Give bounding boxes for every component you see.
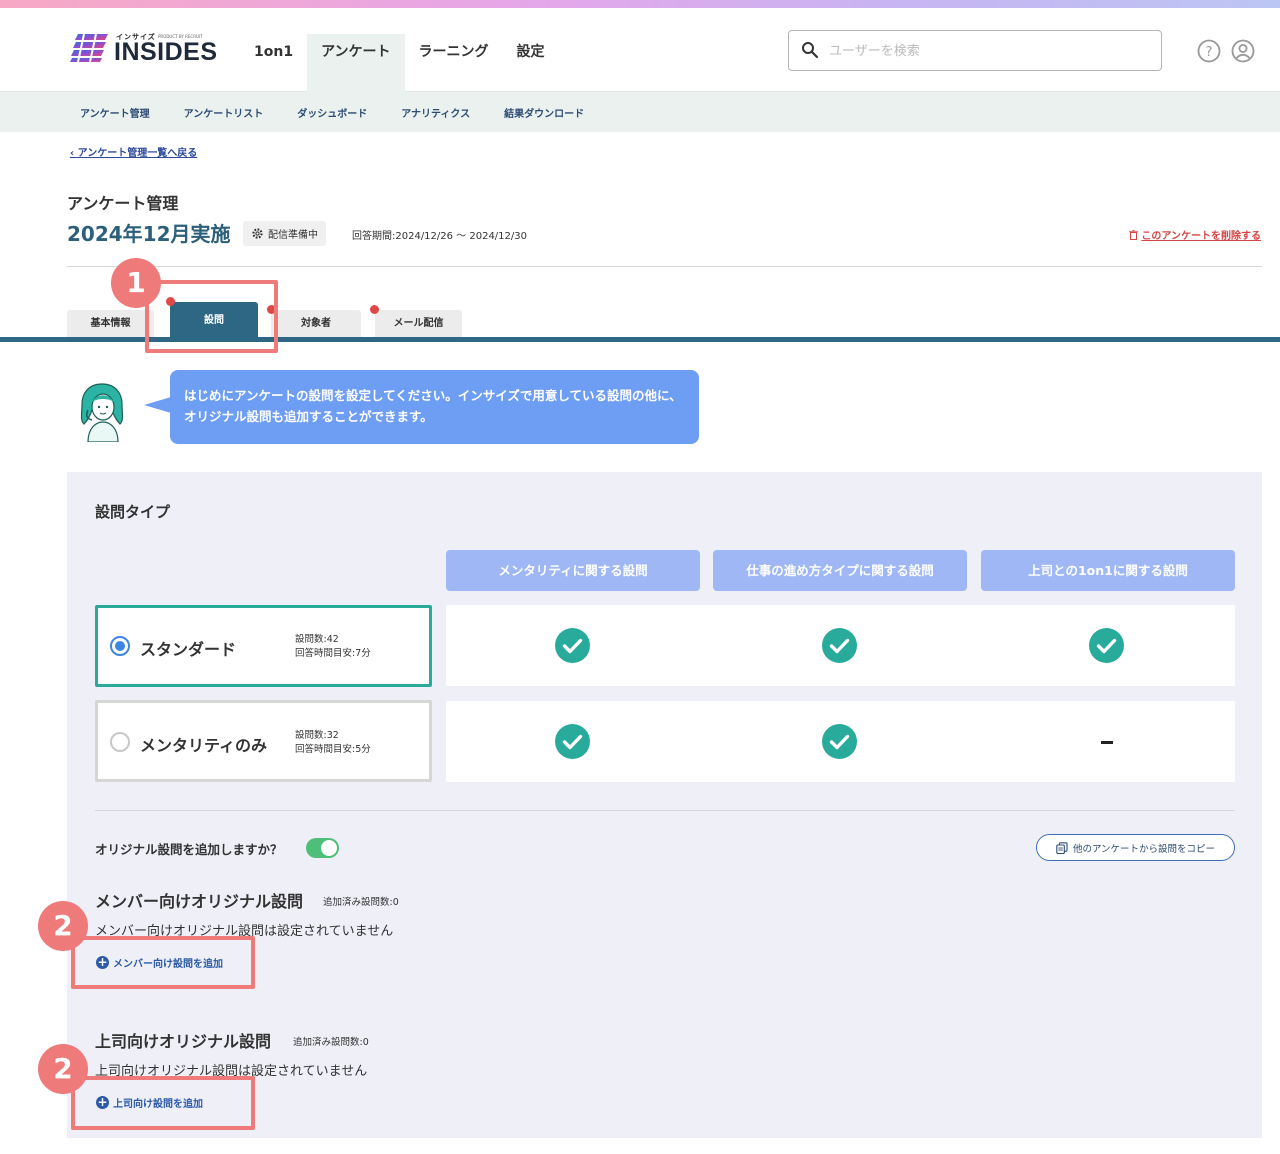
search-icon <box>802 42 819 59</box>
nav-item-settings[interactable]: 設定 <box>503 34 559 92</box>
tab-targets[interactable]: 対象者 <box>271 310 361 338</box>
top-gradient-strip <box>0 0 1280 8</box>
column-header-work-style: 仕事の進め方タイプに関する設問 <box>713 550 967 591</box>
callout-number-2: 2 <box>38 1044 88 1094</box>
option-standard-meta: 設問数:42 回答時間目安:7分 <box>295 633 371 661</box>
member-added-count: 追加済み設問数:0 <box>323 897 399 908</box>
column-header-1on1: 上司との1on1に関する設問 <box>981 550 1235 591</box>
subnav-analytics[interactable]: アナリティクス <box>401 105 470 120</box>
copy-icon <box>1056 841 1068 854</box>
guide-avatar-icon <box>80 383 124 442</box>
callout-number-1: 1 <box>111 258 161 308</box>
guide-message: はじめにアンケートの設問を設定してください。インサイズで用意している設問の他に、… <box>170 370 699 444</box>
logo-mark-icon <box>70 34 108 62</box>
subnav-result-download[interactable]: 結果ダウンロード <box>504 105 584 120</box>
option-mentality-only-count: 設問数:32 <box>295 730 339 741</box>
tab-alert-dot <box>370 305 379 314</box>
nav-item-learning[interactable]: ラーニング <box>405 34 503 92</box>
option-standard-count: 設問数:42 <box>295 634 339 645</box>
trash-icon <box>1129 229 1139 240</box>
boss-added-count: 追加済み設問数:0 <box>293 1037 369 1048</box>
option-standard-name: スタンダード <box>140 640 237 659</box>
help-icon[interactable]: ? <box>1197 39 1221 63</box>
option-mentality-only-time: 回答時間目安:5分 <box>295 744 371 755</box>
option-mentality-only-radio[interactable] <box>110 732 130 752</box>
option-mentality-only-meta: 設問数:32 回答時間目安:5分 <box>295 729 371 757</box>
boss-original-title: 上司向けオリジナル設問 <box>95 1032 272 1051</box>
delete-survey-label: このアンケートを削除する <box>1141 231 1261 242</box>
original-question-prompt: オリジナル設問を追加しますか？ <box>95 842 283 857</box>
option-mentality-only-row <box>446 701 1235 782</box>
logo-wordmark: INSIDES <box>114 38 218 66</box>
option-standard-time: 回答時間目安:7分 <box>295 648 371 659</box>
header-divider <box>67 266 1262 267</box>
callout-highlight-box <box>71 1076 255 1130</box>
callout-highlight-box <box>145 280 278 353</box>
tab-basic-info[interactable]: 基本情報 <box>67 310 154 338</box>
bubble-tail <box>144 397 171 413</box>
delete-survey-link[interactable]: このアンケートを削除する <box>1129 227 1261 242</box>
check-circle-icon <box>555 724 590 759</box>
copy-from-other-survey-button[interactable]: 他のアンケートから設問をコピー <box>1036 834 1235 861</box>
section-divider <box>95 810 1235 811</box>
nav-item-survey[interactable]: アンケート <box>307 34 405 92</box>
status-badge: 配信準備中 <box>243 221 326 246</box>
not-included-dash <box>1101 741 1113 744</box>
tab-mail-delivery[interactable]: メール配信 <box>375 310 462 338</box>
option-standard-radio[interactable] <box>110 636 130 656</box>
search-input[interactable] <box>829 39 1149 63</box>
column-header-mentality: メンタリティに関する設問 <box>446 550 700 591</box>
copy-button-label: 他のアンケートから設問をコピー <box>1072 843 1216 855</box>
user-search-box[interactable] <box>788 30 1162 71</box>
answer-period: 回答期間:2024/12/26 〜 2024/12/30 <box>352 231 527 242</box>
subnav-dashboard[interactable]: ダッシュボード <box>297 105 367 120</box>
main-nav: 1on1 アンケート ラーニング 設定 <box>240 34 559 92</box>
user-icon[interactable] <box>1231 39 1255 63</box>
question-type-title: 設問タイプ <box>95 503 171 521</box>
insides-logo[interactable]: インサイズ PRODUCT BY RECRUIT INSIDES <box>70 30 220 70</box>
sub-nav: アンケート管理 アンケートリスト ダッシュボード アナリティクス 結果ダウンロー… <box>0 92 1280 132</box>
option-standard-row <box>446 605 1235 686</box>
app-header: インサイズ PRODUCT BY RECRUIT INSIDES 1on1 アン… <box>0 8 1280 92</box>
back-to-list-link[interactable]: ‹ アンケート管理一覧へ戻る <box>70 144 197 159</box>
subnav-survey-list[interactable]: アンケートリスト <box>184 105 264 120</box>
callout-number-2: 2 <box>38 901 88 951</box>
status-text: 配信準備中 <box>268 230 318 241</box>
option-standard-card[interactable]: スタンダード 設問数:42 回答時間目安:7分 <box>95 605 432 687</box>
nav-item-1on1[interactable]: 1on1 <box>240 34 307 92</box>
page-title: 2024年12月実施 <box>67 222 231 246</box>
option-mentality-only-card[interactable]: メンタリティのみ 設問数:32 回答時間目安:5分 <box>95 700 432 782</box>
svg-text:?: ? <box>1206 45 1213 60</box>
check-circle-icon <box>822 628 857 663</box>
check-circle-icon <box>822 724 857 759</box>
member-original-title: メンバー向けオリジナル設問 <box>95 892 304 911</box>
option-mentality-only-name: メンタリティのみ <box>140 736 268 755</box>
check-circle-icon <box>1089 628 1124 663</box>
subnav-survey-management[interactable]: アンケート管理 <box>80 105 150 120</box>
check-circle-icon <box>555 628 590 663</box>
original-question-toggle[interactable] <box>306 838 339 858</box>
gear-icon <box>252 228 263 239</box>
callout-highlight-box <box>71 936 255 989</box>
page-label: アンケート管理 <box>67 194 179 213</box>
